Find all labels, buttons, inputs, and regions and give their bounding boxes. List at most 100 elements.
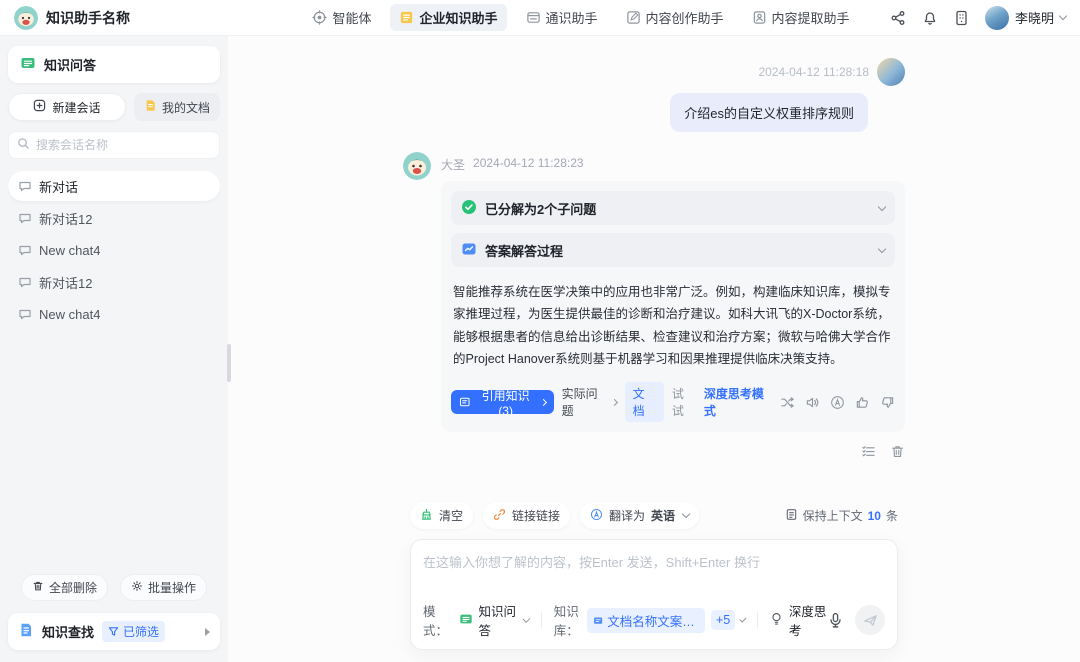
composer-controls: 模式： 知识问答 知识库： 文档名称文案说... +	[423, 601, 885, 639]
translate-circle-a-icon[interactable]	[830, 395, 845, 410]
knowledge-search-bar[interactable]: 知识查找 已筛选	[8, 613, 220, 650]
message-actions	[441, 444, 905, 459]
deep-think-toggle[interactable]: 深度思考	[770, 601, 828, 639]
kb-label: 知识库：	[554, 601, 581, 639]
my-docs-label: 我的文档	[162, 99, 210, 116]
context-count: 10	[868, 509, 881, 523]
knowledge-doc-blue-icon	[18, 622, 34, 641]
delete-all-button[interactable]: 全部删除	[21, 574, 108, 601]
deep-think-mode-link[interactable]: 深度思考模式	[704, 385, 770, 419]
sidebar-actions: 新建会话 我的文档	[8, 93, 220, 121]
search-icon	[17, 137, 30, 153]
user-menu[interactable]: 李晓明	[985, 6, 1066, 30]
link-label: 链接链接	[512, 507, 560, 524]
context-doc-icon	[785, 508, 798, 524]
kb-extra-count-badge[interactable]: +5	[711, 610, 735, 630]
message-input[interactable]	[423, 552, 885, 586]
nav-enterprise-knowledge-label: 企业知识助手	[419, 8, 497, 27]
divider	[541, 612, 542, 628]
keep-context-label: 保持上下文	[803, 507, 863, 524]
top-nav: 智能体 企业知识助手 通识助手 内容创作助手 内容提取助手	[303, 4, 858, 31]
doc-source-tag[interactable]: 文档	[625, 382, 664, 422]
my-docs-button[interactable]: 我的文档	[134, 93, 220, 121]
quote-book-icon	[459, 396, 471, 408]
knowledge-search-label: 知识查找	[42, 622, 94, 641]
knowledge-base-selector[interactable]: 知识库： 文档名称文案说... +5	[554, 601, 745, 639]
nav-general-assistant[interactable]: 通识助手	[517, 4, 607, 31]
mode-selector[interactable]: 模式： 知识问答	[423, 601, 529, 639]
conversation-item[interactable]: 新对话12	[8, 267, 220, 297]
actual-question-link[interactable]: 实际问题	[562, 385, 617, 419]
conversation-item[interactable]: New chat4	[8, 299, 220, 329]
user-message: 2024-04-12 11:28:18 介绍es的自定义权重排序规则	[403, 58, 905, 132]
subquestions-section-label: 已分解为2个子问题	[485, 199, 596, 218]
message-scroll-area[interactable]: 2024-04-12 11:28:18 介绍es的自定义权重排序规则 大圣	[228, 36, 1080, 502]
search-input[interactable]	[36, 138, 211, 152]
nav-enterprise-knowledge[interactable]: 企业知识助手	[390, 4, 506, 31]
kb-doc-icon	[593, 615, 603, 626]
clear-context-button[interactable]: 清空	[410, 502, 473, 529]
chevron-down-icon	[878, 244, 886, 252]
app-title: 知识助手名称	[46, 8, 130, 28]
kb-selected-tag[interactable]: 文档名称文案说...	[587, 608, 705, 633]
assistant-message-timestamp: 2024-04-12 11:28:23	[473, 156, 584, 173]
microphone-icon[interactable]	[828, 612, 843, 629]
sidebar-section-knowledge-qa[interactable]: 知识问答	[8, 46, 220, 83]
chat-bubble-icon	[18, 179, 32, 193]
send-button[interactable]	[855, 605, 885, 635]
answer-process-section-label: 答案解答过程	[485, 241, 563, 260]
context-unit: 条	[886, 507, 898, 524]
share-icon[interactable]	[890, 10, 906, 26]
filtered-badge[interactable]: 已筛选	[102, 621, 165, 642]
check-circle-icon	[461, 199, 477, 218]
nav-content-create[interactable]: 内容创作助手	[617, 4, 733, 31]
new-chat-button[interactable]: 新建会话	[8, 93, 126, 121]
try-label: 试试	[672, 385, 694, 419]
conversation-item[interactable]: 新对话12	[8, 203, 220, 233]
conversation-search[interactable]	[8, 131, 220, 159]
nav-agent[interactable]: 智能体	[303, 4, 380, 31]
batch-ops-button[interactable]: 批量操作	[120, 574, 207, 601]
thumbs-down-icon[interactable]	[880, 395, 895, 410]
translate-selector[interactable]: 翻译为 英语	[580, 502, 699, 529]
assistant-avatar-monkey-icon	[403, 152, 431, 180]
speaker-icon[interactable]	[805, 395, 820, 410]
shuffle-icon[interactable]	[780, 395, 795, 410]
conversation-item[interactable]: 新对话	[8, 171, 220, 201]
chevron-right-icon	[540, 399, 547, 406]
clear-label: 清空	[439, 507, 463, 524]
translate-label: 翻译为	[609, 507, 645, 524]
answer-process-section-toggle[interactable]: 答案解答过程	[451, 233, 895, 267]
trash-icon	[32, 580, 44, 595]
translate-circle-a-icon	[590, 508, 603, 524]
user-message-bubble: 介绍es的自定义权重排序规则	[670, 93, 868, 132]
assistant-message: 大圣 2024-04-12 11:28:23 已分解为2个子问题	[403, 152, 905, 459]
nav-agent-label: 智能体	[332, 8, 371, 27]
nav-content-extract[interactable]: 内容提取助手	[743, 4, 859, 31]
chat-window-icon	[526, 10, 541, 25]
notification-bell-icon[interactable]	[922, 10, 938, 26]
conversation-list: 新对话 新对话12 New chat4 新对话12 New chat4	[8, 171, 220, 574]
subquestions-section-toggle[interactable]: 已分解为2个子问题	[451, 191, 895, 225]
nav-content-extract-label: 内容提取助手	[772, 8, 850, 27]
main-area: 知识问答 新建会话 我的文档 新对话	[0, 36, 1080, 662]
nav-general-assistant-label: 通识助手	[546, 8, 598, 27]
delete-message-trash-icon[interactable]	[890, 444, 905, 459]
conversation-item[interactable]: New chat4	[8, 235, 220, 265]
clear-broom-icon	[420, 508, 433, 524]
message-composer: 模式： 知识问答 知识库： 文档名称文案说... +	[410, 539, 898, 650]
user-message-timestamp: 2024-04-12 11:28:18	[758, 65, 869, 79]
app-window: 知识助手名称 智能体 企业知识助手 通识助手 内容创作助手 内容提取助手	[0, 0, 1080, 662]
caret-right-icon[interactable]	[205, 628, 210, 636]
app-logo-monkey-icon	[14, 6, 38, 30]
checklist-icon[interactable]	[861, 444, 876, 459]
assistant-answer-text: 智能推荐系统在医学决策中的应用也非常广泛。例如，构建临床知识库，模拟专家推理过程…	[451, 275, 895, 372]
keep-context-control[interactable]: 保持上下文 10 条	[785, 507, 898, 524]
cite-knowledge-button[interactable]: 引用知识(3)	[451, 390, 554, 414]
thumbs-up-icon[interactable]	[855, 395, 870, 410]
mobile-qr-icon[interactable]	[954, 10, 969, 26]
header-right: 李晓明	[859, 6, 1066, 30]
conversation-label: New chat4	[39, 243, 100, 258]
link-button[interactable]: 链接链接	[483, 502, 570, 529]
sidebar-resize-handle[interactable]	[227, 344, 231, 382]
